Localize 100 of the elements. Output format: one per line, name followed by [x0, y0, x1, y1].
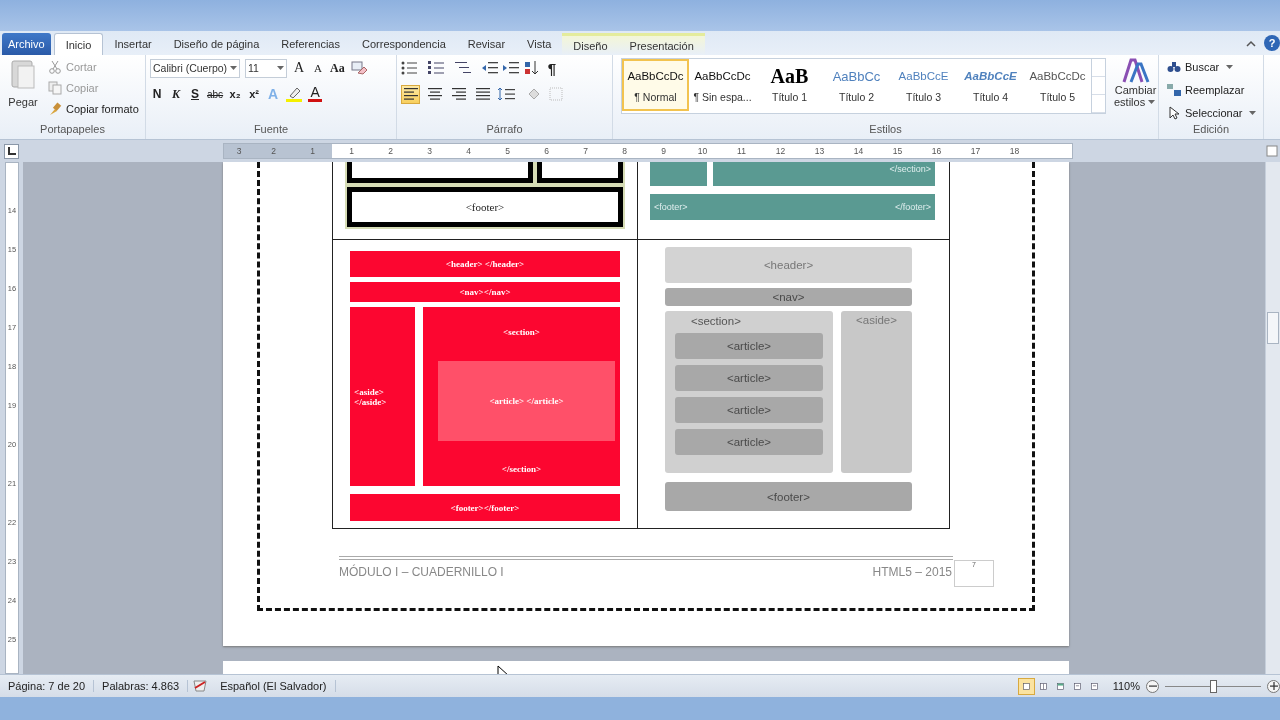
change-styles-button[interactable]: Cambiar estilos	[1114, 58, 1158, 108]
vertical-scrollbar[interactable]	[1265, 162, 1280, 674]
highlighter-icon[interactable]	[285, 86, 304, 102]
diagram-label: <footer></footer>	[450, 502, 520, 513]
style-button[interactable]: AaBbCc Título 2	[823, 59, 890, 111]
style-button[interactable]: AaBbCcE Título 4	[957, 59, 1024, 111]
clipboard-button[interactable]: Copiar formato	[48, 100, 139, 117]
editing-button[interactable]: Buscar	[1167, 58, 1236, 75]
page-count[interactable]: Página: 7 de 20	[0, 680, 95, 692]
copy-icon	[48, 80, 62, 95]
page-icon	[1039, 680, 1047, 692]
help-button[interactable]: ?	[1264, 35, 1280, 51]
format-button[interactable]: N	[150, 87, 164, 101]
ruler-number: 12	[774, 145, 787, 158]
diagram-label: <article>	[726, 372, 772, 384]
clear-format-icon[interactable]	[349, 60, 368, 76]
diagram-label: <article> </article>	[489, 395, 564, 406]
tab-selector[interactable]	[4, 143, 19, 159]
change-case-button[interactable]: Aa	[330, 60, 345, 76]
styles-icon	[1121, 58, 1150, 84]
sort-icon[interactable]	[524, 60, 540, 76]
format-button[interactable]: abc	[207, 88, 224, 100]
zoom-out-button[interactable]	[1146, 679, 1159, 693]
pointer-icon	[1167, 105, 1181, 120]
zoom-in-button[interactable]	[1267, 679, 1280, 693]
diagram-label: <article>	[726, 404, 772, 416]
plus-icon	[1268, 681, 1279, 691]
style-button[interactable]: AaB Título 1	[756, 59, 823, 111]
paste-button[interactable]: Pegar	[4, 58, 42, 108]
zoom-level[interactable]: 110%	[1112, 680, 1140, 692]
ruler-number: 7	[582, 145, 589, 158]
ribbon-tab[interactable]: Vista	[516, 33, 563, 55]
increase-indent-icon[interactable]	[503, 61, 519, 75]
format-button[interactable]: S	[188, 87, 202, 101]
group-label: Edición	[1191, 123, 1231, 137]
format-button[interactable]: x₂	[228, 88, 243, 100]
ruler-number: 8	[621, 145, 628, 158]
diagram-label: <section>	[503, 327, 540, 337]
diagram-label: <article>	[726, 340, 772, 352]
group-label: Párrafo	[485, 123, 524, 137]
ruler-number: 2	[387, 145, 394, 158]
diagram-label: <footer>	[465, 201, 505, 213]
page-icon	[1022, 680, 1030, 692]
diagram-label: <aside>	[856, 314, 897, 326]
group-label: Portapapeles	[39, 123, 106, 137]
style-button[interactable]: AaBbCcDc Título 5	[1024, 59, 1091, 111]
page-icon	[1090, 680, 1098, 692]
ruler-number: 3	[235, 145, 243, 158]
ruler-number: 16	[930, 145, 943, 158]
diagram-label: <footer>	[767, 490, 810, 503]
binoculars-icon	[1167, 60, 1181, 73]
decrease-indent-icon[interactable]	[482, 61, 498, 75]
shrink-font-button[interactable]: A	[311, 62, 325, 74]
font-name-field[interactable]: Calibri (Cuerpo)	[150, 58, 240, 78]
font-color-button[interactable]: A	[308, 86, 323, 102]
editing-button[interactable]: Reemplazar	[1167, 81, 1245, 98]
language-status[interactable]: Español (El Salvador)	[212, 680, 336, 692]
ribbon-tab[interactable]: Insertar	[103, 33, 163, 55]
grow-font-button[interactable]: A	[292, 60, 306, 76]
caret-icon	[277, 66, 284, 70]
format-button[interactable]: x²	[247, 88, 262, 100]
editing-button[interactable]: Seleccionar	[1167, 104, 1259, 121]
ruler-number: 5	[504, 145, 511, 158]
style-button[interactable]: AaBbCcDc ¶ Normal	[622, 59, 689, 111]
font-size-field[interactable]: 11	[245, 58, 287, 78]
ruler-number: 1	[309, 145, 316, 158]
ruler-number: 10	[696, 145, 709, 158]
show-marks-button[interactable]: ¶	[545, 59, 559, 77]
diagram-block	[650, 162, 707, 186]
word-count[interactable]: Palabras: 4.863	[94, 680, 189, 692]
format-button[interactable]: K	[169, 86, 183, 102]
page-icon	[1056, 680, 1064, 692]
ribbon-tab[interactable]: Inicio	[53, 33, 104, 55]
align-button[interactable]	[401, 84, 420, 104]
collapse-ribbon-icon[interactable]	[1246, 39, 1256, 47]
ribbon-tab[interactable]: Referencias	[270, 33, 351, 55]
view-button[interactable]	[1017, 677, 1035, 695]
diagram-label: <header>	[763, 259, 814, 271]
caret-icon	[1226, 64, 1234, 69]
style-button[interactable]: AaBbCcDc ¶ Sin espa...	[689, 59, 756, 111]
diagram-label: <nav>	[772, 291, 805, 303]
clipboard-icon	[10, 58, 36, 90]
group-label: Estilos	[868, 123, 903, 137]
spelling-icon[interactable]	[192, 679, 209, 693]
replace-icon	[1167, 83, 1181, 96]
diagram-label: </section>	[501, 464, 542, 474]
ruler-number: 17	[969, 145, 982, 158]
footer-text: HTML5 – 2015	[872, 565, 952, 579]
ruler-number: 1	[348, 145, 355, 158]
ribbon-tab[interactable]: Revisar	[456, 33, 517, 55]
diagram-label: </footer>	[894, 202, 931, 212]
ribbon-tab[interactable]: Diseño	[562, 33, 619, 55]
diagram-label: <nav></nav>	[459, 287, 511, 297]
ruler-number: 15	[891, 145, 904, 158]
ribbon-tab[interactable]: Diseño de página	[162, 33, 271, 55]
ribbon-tab[interactable]: Correspondencia	[351, 33, 457, 55]
ribbon-tab[interactable]: Presentación	[618, 33, 705, 55]
ribbon-tab[interactable]: Archivo	[2, 33, 51, 55]
ruler-number: 3	[426, 145, 433, 158]
style-button[interactable]: AaBbCcE Título 3	[890, 59, 957, 111]
